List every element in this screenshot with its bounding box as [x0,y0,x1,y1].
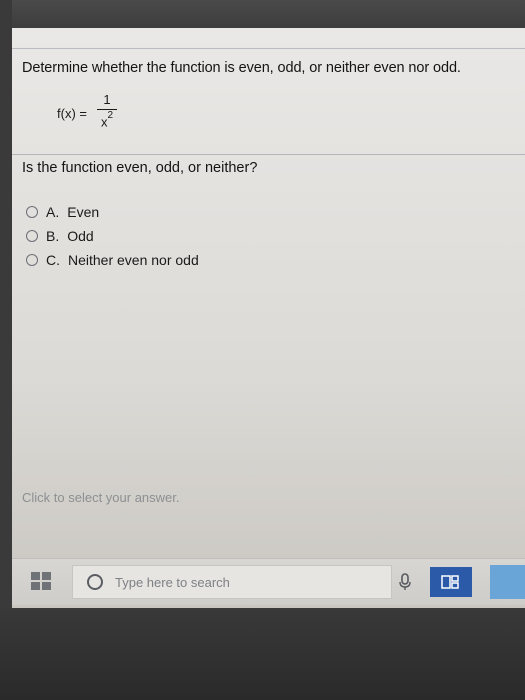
pinned-app-button[interactable] [490,565,525,599]
function-formula: f(x) = 1 x2 [57,88,177,138]
taskbar: Type here to search [12,558,525,605]
start-button[interactable] [30,571,52,591]
cortana-icon [87,574,103,590]
formula-fraction: 1 x2 [97,92,117,130]
task-view-icon [441,575,459,589]
microphone-icon [399,573,411,590]
taskbar-search[interactable]: Type here to search [72,565,392,599]
left-bezel [0,0,12,608]
formula-lhs: f(x) = [57,106,87,121]
option-letter: B. [46,228,60,244]
radio-c[interactable] [26,254,38,266]
option-letter: A. [46,204,60,220]
select-hint: Click to select your answer. [22,490,180,505]
top-bezel [0,0,525,28]
formula-exponent: 2 [107,110,114,121]
question-prompt: Is the function even, odd, or neither? [22,160,258,176]
top-divider [12,48,525,49]
option-letter: C. [46,252,60,268]
option-label: Odd [67,228,94,244]
windows-logo-icon [31,572,51,590]
question-title: Determine whether the function is even, … [22,60,461,76]
task-view-button[interactable] [430,567,472,597]
mid-divider [12,154,525,155]
option-b[interactable]: B. Odd [26,224,199,248]
microphone-button[interactable] [397,573,413,591]
option-label: Even [67,204,100,220]
photo-frame: Determine whether the function is even, … [0,0,525,700]
screen: Determine whether the function is even, … [12,28,525,608]
formula-denominator: x2 [97,110,117,130]
formula-numerator: 1 [103,92,111,107]
monitor-bezel [0,608,525,700]
radio-b[interactable] [26,230,38,242]
answer-options: A. Even B. Odd C. Neither even nor odd [26,200,199,272]
option-a[interactable]: A. Even [26,200,199,224]
search-placeholder: Type here to search [115,574,230,590]
radio-a[interactable] [26,206,38,218]
option-c[interactable]: C. Neither even nor odd [26,248,199,272]
option-label: Neither even nor odd [68,252,199,268]
